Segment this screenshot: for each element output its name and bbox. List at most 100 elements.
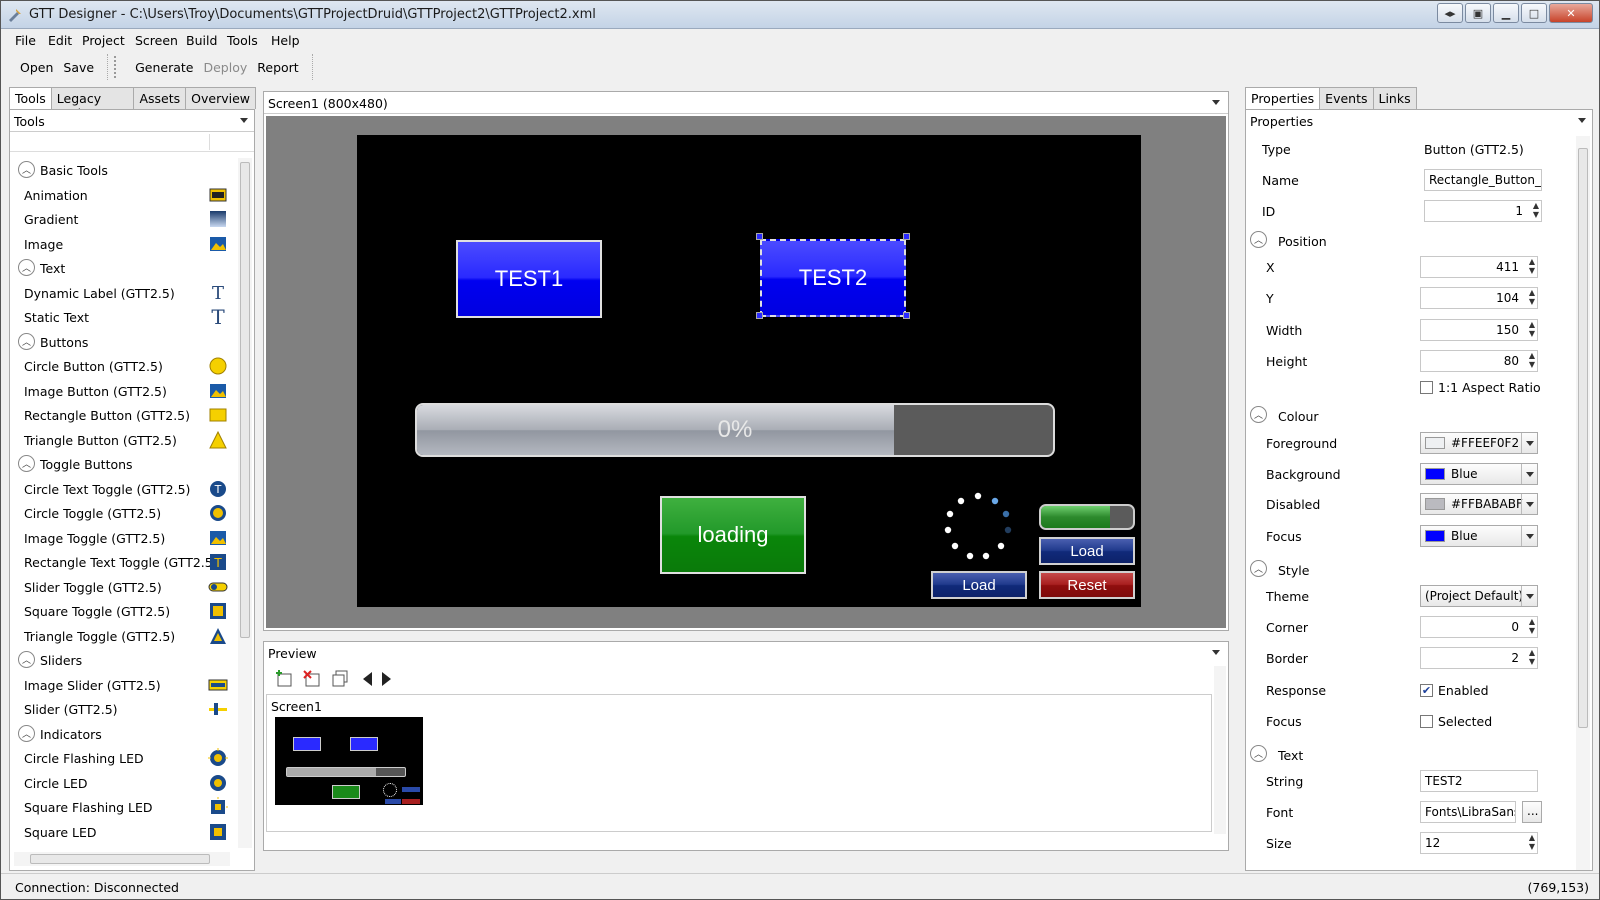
- tool-item[interactable]: Image Slider (GTT2.5): [14, 673, 230, 698]
- open-button[interactable]: Open: [15, 58, 58, 77]
- tool-item[interactable]: Triangle Button (GTT2.5): [14, 428, 230, 453]
- checkbox-box[interactable]: [1420, 715, 1433, 728]
- checkbox-box[interactable]: [1420, 381, 1433, 394]
- tool-category[interactable]: ︿ Basic Tools: [14, 158, 230, 183]
- chevron-down-icon[interactable]: [1578, 118, 1586, 123]
- checkmark-icon[interactable]: ✔: [1420, 684, 1433, 697]
- corner-stepper[interactable]: 0 ▲ ▼: [1420, 616, 1538, 638]
- chevron-down-icon[interactable]: [1212, 100, 1220, 105]
- foreground-select[interactable]: #FFEEF0F2: [1420, 432, 1538, 454]
- scroll-thumb[interactable]: [30, 854, 210, 864]
- spinner-arrows-icon[interactable]: ▲ ▼: [1529, 648, 1535, 666]
- tab-overview[interactable]: Overview: [185, 87, 256, 109]
- delete-screen-icon[interactable]: [302, 669, 322, 689]
- spinner-arrows-icon[interactable]: ▲ ▼: [1533, 201, 1539, 219]
- snap-icon[interactable]: ◂▸: [1437, 3, 1463, 23]
- chevron-up-icon[interactable]: ︿: [18, 259, 35, 276]
- menu-project[interactable]: Project: [82, 33, 125, 48]
- selection-handle[interactable]: [903, 233, 910, 240]
- spinner-arrows-icon[interactable]: ▲ ▼: [1529, 351, 1535, 369]
- name-field[interactable]: Rectangle_Button_(G: [1424, 169, 1542, 191]
- maximize-button[interactable]: □: [1521, 3, 1547, 23]
- tool-item[interactable]: Triangle Toggle (GTT2.5): [14, 624, 230, 649]
- selection-handle[interactable]: [903, 312, 910, 319]
- tool-item[interactable]: Circle Toggle (GTT2.5): [14, 501, 230, 526]
- chevron-down-icon[interactable]: [1212, 650, 1220, 655]
- chevron-down-icon[interactable]: [1521, 526, 1537, 546]
- screen-thumbnail[interactable]: [275, 717, 423, 805]
- scroll-thumb[interactable]: [1578, 148, 1588, 728]
- spinner-arrows-icon[interactable]: ▲ ▼: [1529, 833, 1535, 851]
- tool-category[interactable]: ︿ Sliders: [14, 648, 230, 673]
- chevron-up-icon[interactable]: ︿: [1250, 745, 1267, 762]
- menu-screen[interactable]: Screen: [135, 33, 178, 48]
- chevron-up-icon[interactable]: ︿: [1250, 406, 1267, 423]
- width-stepper[interactable]: 150 ▲ ▼: [1420, 319, 1538, 341]
- tab-events[interactable]: Events: [1319, 87, 1374, 109]
- disabled-select[interactable]: #FFBABABF: [1420, 493, 1538, 515]
- tab-tools[interactable]: Tools: [9, 87, 52, 110]
- reset-button[interactable]: Reset: [1039, 571, 1135, 599]
- tools-vertical-scrollbar[interactable]: [238, 158, 252, 848]
- section-style[interactable]: ︿ Style: [1246, 557, 1566, 583]
- font-field[interactable]: Fonts\LibraSans\: [1420, 801, 1516, 823]
- properties-vertical-scrollbar[interactable]: [1576, 136, 1590, 870]
- tool-item[interactable]: Rectangle Text Toggle (GTT2.5) T: [14, 550, 230, 575]
- tool-item[interactable]: Square Toggle (GTT2.5): [14, 599, 230, 624]
- tool-item[interactable]: Image Button (GTT2.5): [14, 379, 230, 404]
- canvas-area[interactable]: TEST1 TEST2 0% loading Load Load Reset: [266, 116, 1226, 628]
- tool-item[interactable]: Square Flashing LED: [14, 795, 230, 820]
- tool-item[interactable]: Dynamic Label (GTT2.5) T: [14, 281, 230, 306]
- y-stepper[interactable]: 104 ▲ ▼: [1420, 287, 1538, 309]
- deploy-button[interactable]: Deploy: [198, 58, 252, 77]
- progress-bar[interactable]: 0%: [415, 403, 1055, 457]
- selection-handle[interactable]: [756, 312, 763, 319]
- generate-button[interactable]: Generate: [130, 58, 198, 77]
- chevron-up-icon[interactable]: ︿: [1250, 231, 1267, 248]
- menu-tools[interactable]: Tools: [227, 33, 258, 48]
- chevron-down-icon[interactable]: [1521, 433, 1537, 453]
- tool-item[interactable]: Circle Button (GTT2.5): [14, 354, 230, 379]
- chevron-up-icon[interactable]: ︿: [18, 161, 35, 178]
- add-screen-icon[interactable]: [274, 669, 294, 689]
- minimize-button[interactable]: ▁: [1493, 3, 1519, 23]
- mini-progress-bar[interactable]: [1039, 504, 1135, 530]
- tab-properties[interactable]: Properties: [1245, 87, 1321, 110]
- tools-header[interactable]: Tools: [10, 110, 254, 132]
- theme-select[interactable]: (Project Default): [1420, 585, 1538, 607]
- selection-handle[interactable]: [756, 233, 763, 240]
- chevron-up-icon[interactable]: ︿: [18, 455, 35, 472]
- background-select[interactable]: Blue: [1420, 463, 1538, 485]
- tool-category[interactable]: ︿ Text: [14, 256, 230, 281]
- tool-category[interactable]: ︿ Indicators: [14, 722, 230, 747]
- spinner-arrows-icon[interactable]: ▲ ▼: [1529, 320, 1535, 338]
- tool-category[interactable]: ︿ Buttons: [14, 330, 230, 355]
- enabled-checkbox[interactable]: ✔ Enabled: [1420, 683, 1489, 698]
- tab-legacy-tools[interactable]: Legacy Tools: [50, 87, 135, 121]
- menu-edit[interactable]: Edit: [48, 33, 72, 48]
- menu-help[interactable]: Help: [271, 33, 300, 48]
- tool-category[interactable]: ︿ Toggle Buttons: [14, 452, 230, 477]
- tool-item[interactable]: Static Text T: [14, 305, 230, 330]
- properties-header[interactable]: Properties: [1246, 110, 1592, 132]
- previous-screen-icon[interactable]: [358, 669, 378, 689]
- menu-file[interactable]: File: [15, 33, 36, 48]
- report-button[interactable]: Report: [252, 58, 303, 77]
- load-button-top[interactable]: Load: [1039, 537, 1135, 565]
- save-button[interactable]: Save: [58, 58, 99, 77]
- tab-links[interactable]: Links: [1372, 87, 1417, 109]
- loading-button[interactable]: loading: [660, 496, 806, 574]
- x-stepper[interactable]: 411 ▲ ▼: [1420, 256, 1538, 278]
- size-stepper[interactable]: 12 ▲ ▼: [1420, 832, 1538, 854]
- selected-checkbox[interactable]: Selected: [1420, 714, 1492, 729]
- height-stepper[interactable]: 80 ▲ ▼: [1420, 350, 1538, 372]
- spinner-arrows-icon[interactable]: ▲ ▼: [1529, 617, 1535, 635]
- test2-button[interactable]: TEST2: [760, 239, 906, 317]
- id-stepper[interactable]: 1 ▲ ▼: [1424, 200, 1542, 222]
- chevron-down-icon[interactable]: [1521, 464, 1537, 484]
- section-position[interactable]: ︿ Position: [1246, 228, 1566, 254]
- tool-item[interactable]: Square LED: [14, 820, 230, 845]
- chevron-up-icon[interactable]: ︿: [1250, 560, 1267, 577]
- tool-item[interactable]: Slider (GTT2.5): [14, 697, 230, 722]
- border-stepper[interactable]: 2 ▲ ▼: [1420, 647, 1538, 669]
